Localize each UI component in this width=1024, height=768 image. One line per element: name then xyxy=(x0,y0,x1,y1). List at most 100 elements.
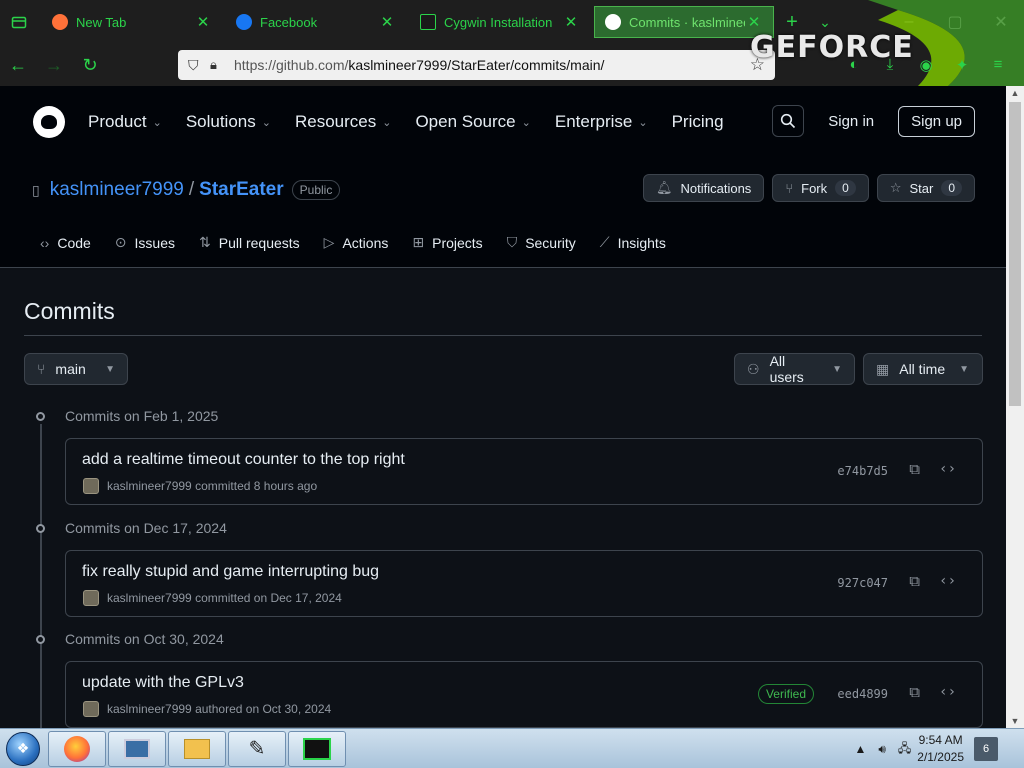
close-window-icon[interactable]: ✕ xyxy=(978,12,1024,32)
commit-author-link[interactable]: kaslmineer7999 xyxy=(107,479,192,493)
tab-issues[interactable]: ⊙ Issues xyxy=(115,234,175,251)
bell-icon: 🔔︎ xyxy=(655,180,673,195)
forward-arrow-icon[interactable]: → xyxy=(36,55,72,76)
time-filter[interactable]: ▦ All time ▼ xyxy=(863,353,983,385)
fork-button[interactable]: ⑂ Fork 0 xyxy=(772,174,869,202)
tab-new-tab[interactable]: New Tab ✕ xyxy=(42,6,222,38)
menu-label: Open Source xyxy=(415,112,516,131)
maximize-icon[interactable]: ▢ xyxy=(932,12,978,32)
shield-icon[interactable]: ⛉ xyxy=(188,57,210,74)
network-icon[interactable]: 🖧 xyxy=(898,739,911,760)
tab-code[interactable]: ‹› Code xyxy=(40,234,91,251)
menu-open-source[interactable]: Open Source ⌄ xyxy=(415,112,530,132)
sign-up-button[interactable]: Sign up xyxy=(898,105,975,137)
reload-icon[interactable]: ↻ xyxy=(72,55,108,76)
page-scrollbar[interactable]: ▲ ▼ xyxy=(1006,86,1024,728)
tray-expand-icon[interactable]: ▲ xyxy=(854,742,866,756)
copy-icon[interactable]: ⧉ xyxy=(909,461,920,478)
menu-pricing[interactable]: Pricing xyxy=(672,112,724,132)
notification-center-icon[interactable]: 6 xyxy=(974,737,998,761)
avatar[interactable] xyxy=(83,590,99,606)
verified-badge[interactable]: Verified xyxy=(757,684,814,704)
menu-solutions[interactable]: Solutions ⌄ xyxy=(186,112,271,132)
commit-row: update with the GPLv3 kaslmineer7999 aut… xyxy=(65,661,983,728)
menu-product[interactable]: Product ⌄ xyxy=(88,112,162,132)
computer-icon xyxy=(124,738,150,759)
branch-selector[interactable]: ⑂ main ▼ xyxy=(24,353,128,385)
browse-code-icon[interactable]: ‹› xyxy=(939,461,956,477)
tab-groups-icon[interactable] xyxy=(0,0,38,44)
tab-projects[interactable]: ⊞ Projects xyxy=(412,234,482,251)
back-arrow-icon[interactable]: ← xyxy=(0,55,36,76)
chevron-down-icon[interactable]: ⌄ xyxy=(810,14,840,31)
commit-meta: kaslmineer7999 committed 8 hours ago xyxy=(83,478,317,494)
commit-message-link[interactable]: fix really stupid and game interrupting … xyxy=(82,563,379,581)
tab-pull-requests[interactable]: ⇅ Pull requests xyxy=(199,234,300,251)
tab-security[interactable]: ⛉ Security xyxy=(507,234,576,251)
search-button[interactable] xyxy=(772,105,805,137)
users-filter[interactable]: ⚇ All users ▼ xyxy=(734,353,855,385)
url-path: kaslmineer7999/StarEater/commits/main/ xyxy=(348,57,605,73)
commit-author-link[interactable]: kaslmineer7999 xyxy=(107,591,192,605)
extensions-puzzle-icon[interactable]: ✦ xyxy=(944,56,980,74)
group-date-label: Commits on Oct 30, 2024 xyxy=(65,631,224,647)
repo-name-link[interactable]: StarEater xyxy=(199,179,284,201)
browse-code-icon[interactable]: ‹› xyxy=(939,684,956,700)
tab-insights[interactable]: ⟋ Insights xyxy=(600,234,666,251)
taskbar-explorer[interactable] xyxy=(168,730,226,767)
scroll-up-icon[interactable]: ▲ xyxy=(1006,88,1024,98)
minimize-icon[interactable]: – xyxy=(886,13,932,31)
scroll-thumb[interactable] xyxy=(1009,102,1021,406)
commit-sha-link[interactable]: eed4899 xyxy=(837,687,888,701)
commit-action: authored xyxy=(195,702,243,716)
address-bar[interactable]: ⛉ 🔒︎ https://github.com/kaslmineer7999/S… xyxy=(178,50,775,80)
close-tab-icon[interactable]: ✕ xyxy=(194,13,212,31)
taskbar-clock[interactable]: 9:54 AM 2/1/2025 xyxy=(917,732,964,766)
commit-sha-link[interactable]: e74b7d5 xyxy=(837,464,888,478)
copy-icon[interactable]: ⧉ xyxy=(909,573,920,590)
tab-cygwin[interactable]: Cygwin Installation ✕ xyxy=(410,6,590,38)
extension-icon[interactable]: ◐ xyxy=(836,56,872,74)
tab-facebook[interactable]: Facebook ✕ xyxy=(226,6,406,38)
menu-resources[interactable]: Resources ⌄ xyxy=(295,112,391,132)
lock-icon[interactable]: 🔒︎ xyxy=(210,57,234,73)
shield-icon: ⛉ xyxy=(506,234,518,250)
repo-owner-link[interactable]: kaslmineer7999 xyxy=(50,179,184,201)
commit-message-link[interactable]: update with the GPLv3 xyxy=(82,674,244,692)
start-button[interactable]: ❖ xyxy=(0,729,46,768)
commit-sha-link[interactable]: 927c047 xyxy=(837,576,888,590)
bookmark-star-icon[interactable]: ☆ xyxy=(750,55,765,75)
taskbar-editor[interactable]: ✎ xyxy=(228,730,286,767)
copy-icon[interactable]: ⧉ xyxy=(909,684,920,701)
github-logo-icon[interactable] xyxy=(33,106,65,138)
avatar[interactable] xyxy=(83,701,99,717)
close-tab-icon[interactable]: ✕ xyxy=(745,13,763,31)
close-tab-icon[interactable]: ✕ xyxy=(378,13,396,31)
browse-code-icon[interactable]: ‹› xyxy=(939,573,956,589)
commits-content: Commits ⑂ main ▼ ⚇ All users ▼ ▦ All tim… xyxy=(0,268,1006,728)
menu-icon[interactable]: ≡ xyxy=(980,56,1016,74)
new-tab-button[interactable]: + xyxy=(774,11,810,34)
commit-author-link[interactable]: kaslmineer7999 xyxy=(107,702,192,716)
tab-github-commits[interactable]: Commits · kaslmineer ✕ xyxy=(594,6,774,38)
avatar[interactable] xyxy=(83,478,99,494)
volume-icon[interactable]: 🔊︎ xyxy=(878,742,886,757)
url-text[interactable]: https://github.com/kaslmineer7999/StarEa… xyxy=(234,57,750,73)
clock-time: 9:54 AM xyxy=(918,733,963,747)
tab-actions[interactable]: ▷ Actions xyxy=(324,234,389,251)
taskbar-computer[interactable] xyxy=(108,730,166,767)
chevron-down-icon: ⌄ xyxy=(152,116,162,129)
taskbar-firefox[interactable] xyxy=(48,730,106,767)
menu-enterprise[interactable]: Enterprise ⌄ xyxy=(555,112,648,132)
taskbar-cygwin[interactable] xyxy=(288,730,346,767)
star-button[interactable]: ☆ Star 0 xyxy=(876,174,975,202)
close-tab-icon[interactable]: ✕ xyxy=(562,13,580,31)
account-icon[interactable]: ◉ xyxy=(908,56,944,74)
repo-icon: ▯ xyxy=(32,181,40,198)
scroll-down-icon[interactable]: ▼ xyxy=(1006,716,1024,726)
notifications-button[interactable]: 🔔︎ Notifications xyxy=(642,174,765,202)
commit-time: on Oct 30, 2024 xyxy=(245,702,332,716)
commit-message-link[interactable]: add a realtime timeout counter to the to… xyxy=(82,451,405,469)
sign-in-link[interactable]: Sign in xyxy=(828,113,874,130)
download-icon[interactable]: ⤓ xyxy=(872,56,908,74)
